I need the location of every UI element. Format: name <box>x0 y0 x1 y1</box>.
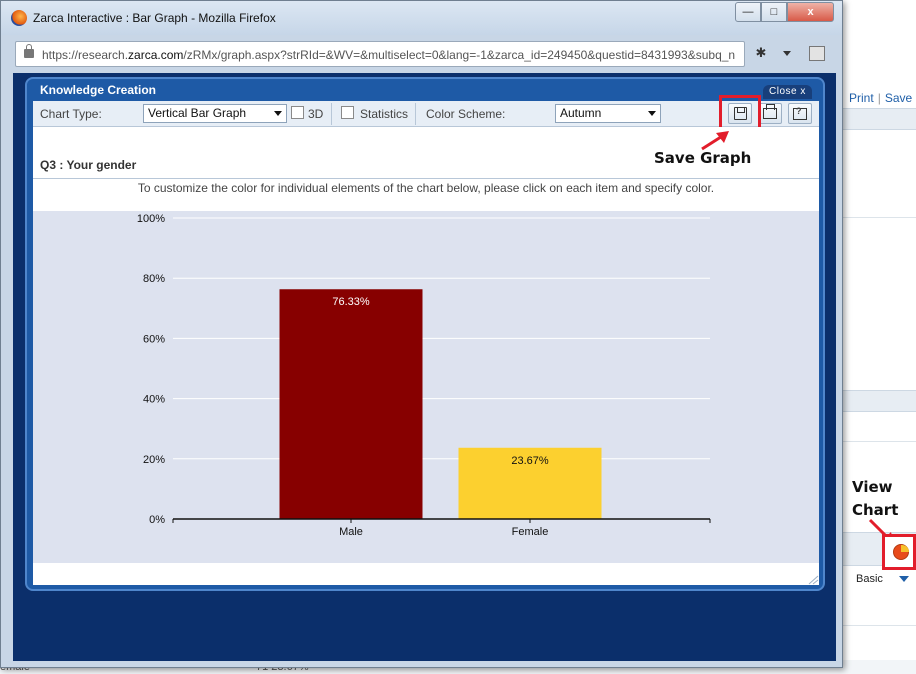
question-title: Q3 : Your gender <box>40 158 137 172</box>
panel-title: Knowledge Creation <box>40 83 157 97</box>
basic-select[interactable]: Basic <box>850 570 916 588</box>
y-tick-label: 80% <box>143 273 165 285</box>
toolbar-divider <box>415 103 416 125</box>
close-window-button[interactable]: x <box>787 2 834 22</box>
pie-chart-icon <box>893 544 909 560</box>
chart-type-label: Chart Type: <box>40 107 102 121</box>
x-category-label: Male <box>339 526 363 538</box>
view-chart-annotation-line1: View <box>852 478 893 496</box>
url-bar[interactable]: https://research.zarca.com/zRMx/graph.as… <box>15 41 745 67</box>
print-graph-button[interactable] <box>758 103 782 124</box>
maximize-button[interactable]: □ <box>761 2 787 22</box>
save-graph-arrow-icon <box>701 131 729 151</box>
background-band <box>843 108 916 130</box>
maximize-icon: □ <box>770 6 778 18</box>
firefox-popup-window: Zarca Interactive : Bar Graph - Mozilla … <box>0 0 843 668</box>
url-prefix: https://research. <box>42 48 129 62</box>
view-chart-annotation: View Chart <box>852 476 898 522</box>
toolbar-divider <box>331 103 332 125</box>
window-controls: — □ x <box>735 2 834 22</box>
window-title: Zarca Interactive : Bar Graph - Mozilla … <box>33 11 276 25</box>
basic-select-value: Basic <box>856 573 883 585</box>
close-icon: x <box>807 6 814 18</box>
toolbar-separator: | <box>877 91 881 105</box>
x-category-label: Female <box>512 526 549 538</box>
bar-male[interactable] <box>279 289 423 519</box>
url-text: https://research.zarca.com/zRMx/graph.as… <box>42 48 742 62</box>
panel-close-button[interactable]: Close x <box>763 85 812 99</box>
color-scheme-label: Color Scheme: <box>426 107 506 121</box>
3d-label: 3D <box>308 107 324 121</box>
minimize-button[interactable]: — <box>735 2 761 22</box>
firefox-logo-icon <box>11 10 27 26</box>
y-tick-label: 40% <box>143 394 165 406</box>
chevron-down-icon <box>274 111 282 116</box>
chart-area: 0% 20% 40% 60% 80% 100% 76.33% Male 23.67% Female <box>33 211 819 563</box>
panel-header: Knowledge Creation Close x <box>27 79 823 101</box>
export-icon <box>793 106 807 120</box>
lock-icon <box>24 44 34 58</box>
minimize-icon: — <box>742 6 754 18</box>
save-graph-annotation: Save Graph <box>654 149 752 167</box>
color-scheme-select[interactable]: Autumn <box>555 104 661 123</box>
chart-type-select[interactable]: Vertical Bar Graph <box>143 104 287 123</box>
resize-grip-icon[interactable] <box>807 575 819 585</box>
chart-instructions: To customize the color for individual el… <box>137 181 715 195</box>
url-path: /zRMx/graph.aspx?strRId=&WV=&multiselect… <box>183 48 736 62</box>
addon-notes-icon[interactable] <box>809 46 825 61</box>
panel-body: Chart Type: Vertical Bar Graph 3D Statis… <box>33 95 819 585</box>
save-link[interactable]: Save <box>885 91 912 105</box>
background-toolbar: Print | Save <box>843 88 916 108</box>
window-titlebar[interactable]: Zarca Interactive : Bar Graph - Mozilla … <box>1 1 842 35</box>
y-tick-label: 20% <box>143 454 165 466</box>
chart-toolbar: Chart Type: Vertical Bar Graph 3D Statis… <box>33 95 819 133</box>
y-tick-label: 60% <box>143 333 165 345</box>
background-row <box>843 412 916 442</box>
question-header: Q3 : Your gender Save Graph <box>33 127 819 179</box>
statistics-checkbox[interactable] <box>341 106 354 119</box>
addon-dropdown-icon[interactable] <box>783 51 791 56</box>
url-domain: zarca.com <box>128 48 184 62</box>
chart-type-value: Vertical Bar Graph <box>148 106 247 120</box>
export-graph-button[interactable] <box>788 103 812 124</box>
print-link[interactable]: Print <box>849 91 874 105</box>
3d-checkbox[interactable] <box>291 106 304 119</box>
printer-icon <box>763 104 777 119</box>
statistics-label: Statistics <box>360 107 409 121</box>
y-tick-label: 0% <box>149 514 165 526</box>
bar-value-label: 23.67% <box>511 455 549 467</box>
background-row <box>843 190 916 218</box>
view-chart-button[interactable] <box>882 534 916 570</box>
chevron-down-icon <box>648 111 656 116</box>
chevron-down-icon <box>898 576 909 582</box>
color-scheme-value: Autumn <box>560 106 602 120</box>
addon-bug-icon[interactable]: ✱ <box>753 45 769 61</box>
background-row <box>843 596 916 626</box>
y-tick-label: 100% <box>137 213 165 225</box>
bar-value-label: 76.33% <box>332 296 370 308</box>
background-band <box>843 390 916 412</box>
bar-chart: 0% 20% 40% 60% 80% 100% 76.33% Male 23.67% Female <box>137 213 711 538</box>
knowledge-creation-panel: Knowledge Creation Close x Chart Type: V… <box>25 77 825 591</box>
